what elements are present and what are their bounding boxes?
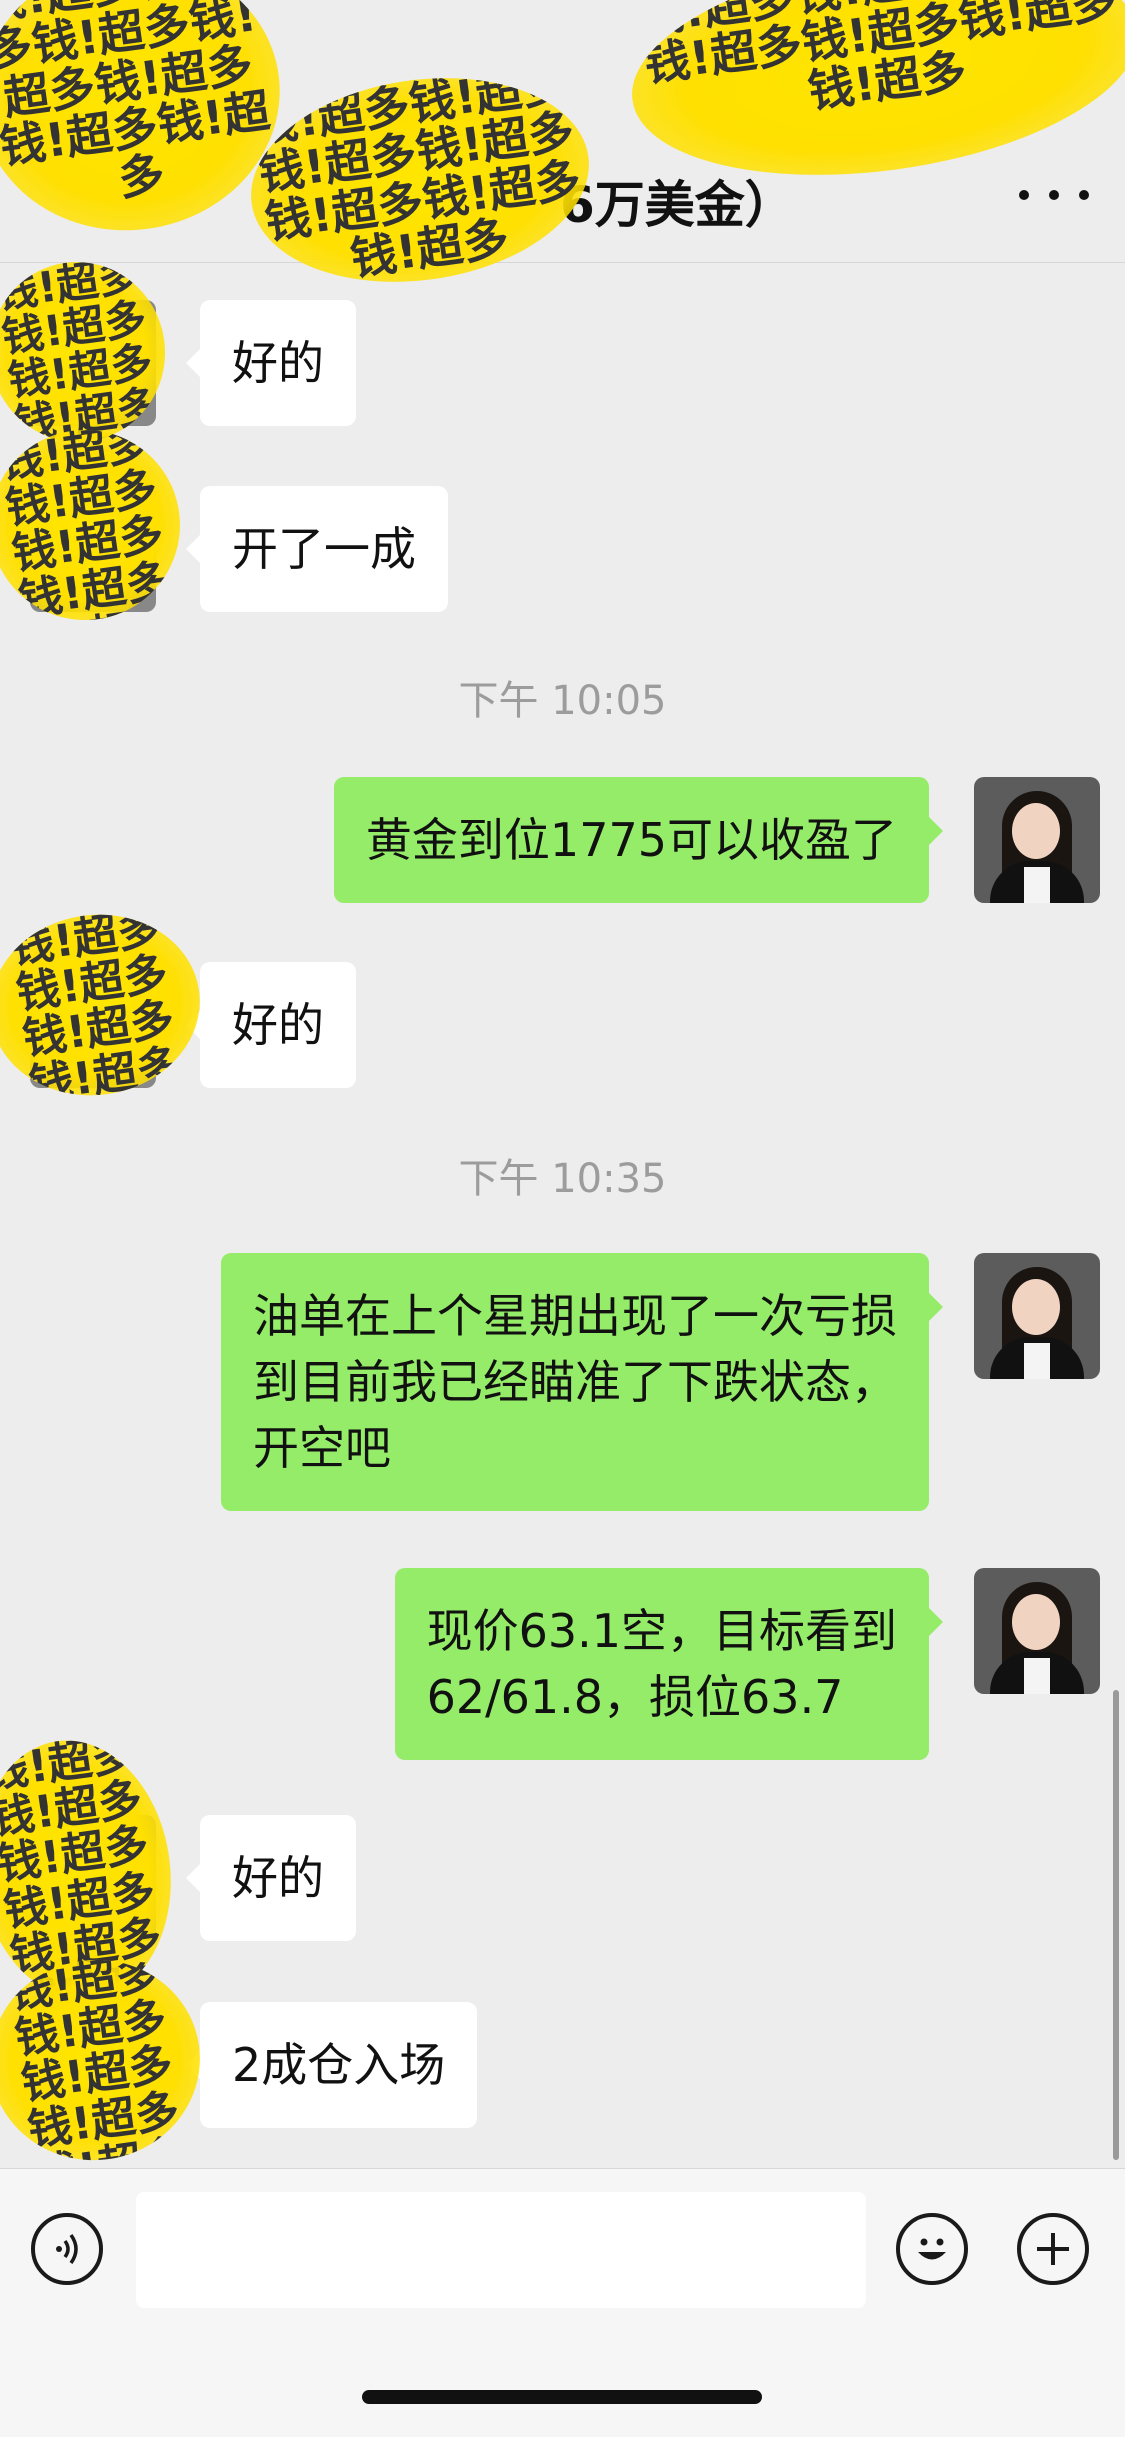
- incoming-message[interactable]: 2成仓入场: [185, 2002, 478, 2128]
- dot: [1049, 190, 1059, 200]
- timestamp: 下午 10:05: [458, 678, 667, 724]
- voice-glyph: [56, 2233, 78, 2265]
- message-row: 好的: [0, 962, 1125, 1088]
- outgoing-message[interactable]: 油单在上个星期出现了一次亏损 到目前我已经瞄准了下跌状态， 开空吧: [221, 1253, 943, 1511]
- avatar-shirt: [1024, 1343, 1050, 1379]
- message-input[interactable]: [136, 2192, 866, 2308]
- dot: [1019, 190, 1029, 200]
- home-indicator[interactable]: [362, 2390, 762, 2404]
- scrollbar[interactable]: [1113, 1690, 1119, 2160]
- emoji-icon[interactable]: [896, 2213, 968, 2285]
- contact-avatar[interactable]: [30, 486, 156, 612]
- contact-avatar[interactable]: [30, 962, 156, 1088]
- message-row: 现价63.1空，目标看到 62/61.8，损位63.7: [0, 1568, 1125, 1760]
- message-row: 好的: [0, 1815, 1125, 1941]
- voice-icon[interactable]: [31, 2213, 103, 2285]
- contact-avatar[interactable]: [30, 1815, 156, 1941]
- message-row: 好的: [0, 300, 1125, 426]
- dot: [1079, 190, 1089, 200]
- user-avatar[interactable]: [974, 1253, 1100, 1379]
- avatar-face: [1012, 803, 1060, 859]
- incoming-message[interactable]: 好的: [186, 962, 356, 1088]
- outgoing-message[interactable]: 现价63.1空，目标看到 62/61.8，损位63.7: [394, 1568, 944, 1760]
- user-avatar[interactable]: [974, 1568, 1100, 1694]
- message-row: 油单在上个星期出现了一次亏损 到目前我已经瞄准了下跌状态， 开空吧: [0, 1253, 1125, 1511]
- message-row: 2成仓入场: [0, 2002, 1125, 2128]
- plus-glyph: [1037, 2233, 1069, 2265]
- message-row: 开了一成: [0, 486, 1125, 612]
- chat-header: 6万美金）: [0, 0, 1125, 263]
- avatar-face: [1012, 1594, 1060, 1650]
- contact-avatar[interactable]: [30, 300, 156, 426]
- incoming-message[interactable]: 好的: [186, 300, 356, 426]
- chat-title: 6万美金）: [560, 176, 795, 234]
- emoji-glyph: [918, 2238, 946, 2260]
- outgoing-message[interactable]: 黄金到位1775可以收盈了: [333, 777, 944, 903]
- avatar-face: [1012, 1279, 1060, 1335]
- avatar-shirt: [1024, 867, 1050, 903]
- incoming-message[interactable]: 好的: [186, 1815, 356, 1941]
- avatar-shirt: [1024, 1658, 1050, 1694]
- timestamp: 下午 10:35: [458, 1156, 667, 1202]
- contact-avatar[interactable]: [30, 2002, 156, 2128]
- plus-icon[interactable]: [1017, 2213, 1089, 2285]
- user-avatar[interactable]: [974, 777, 1100, 903]
- message-row: 黄金到位1775可以收盈了: [0, 777, 1125, 903]
- more-dots-icon[interactable]: [1019, 170, 1089, 220]
- incoming-message[interactable]: 开了一成: [186, 486, 448, 612]
